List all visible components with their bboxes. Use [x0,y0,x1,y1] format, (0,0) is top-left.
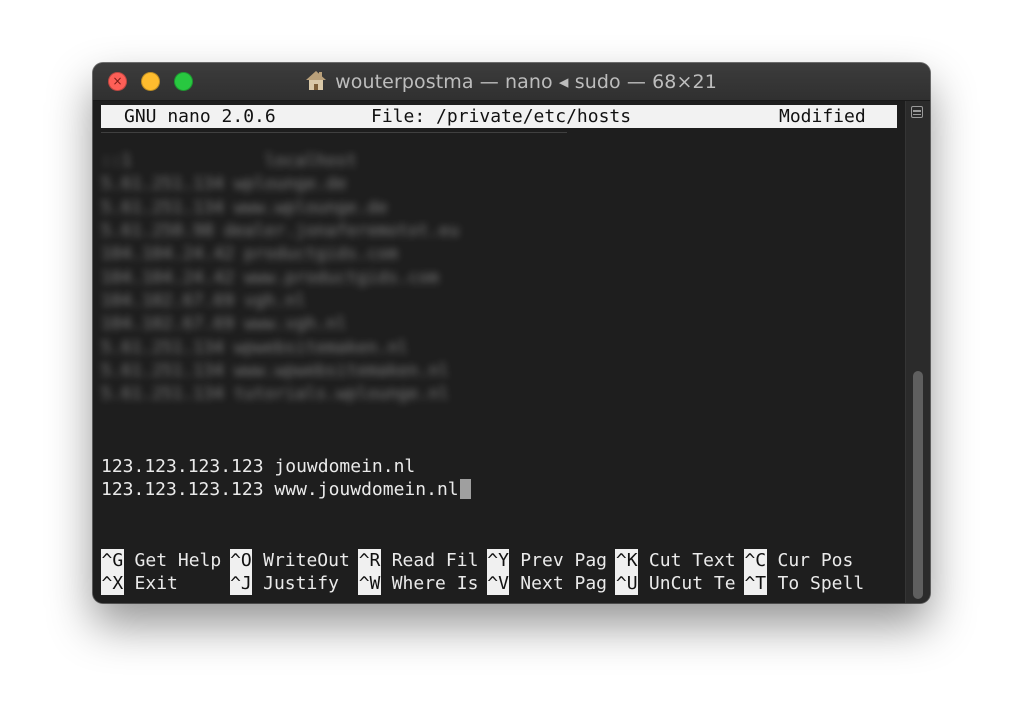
shortcut-label: Cut Text [638,550,736,571]
hosts-entry-line: 123.123.123.123 jouwdomein.nl [101,455,415,478]
blurred-host-line: 5.61.251.134 tutorials.wplounge.nl [101,384,449,404]
shortcut-key: ^G [101,549,124,572]
shortcut-writeout[interactable]: ^O WriteOut [229,549,359,572]
scrollbar-thumb[interactable] [913,371,923,599]
shortcut-key: ^O [229,549,253,572]
shortcut-key: ^T [743,572,767,595]
nano-modified-status: Modified [779,106,866,127]
nano-header: GNU nano 2.0.6 File: /private/etc/hosts … [101,105,897,128]
shortcut-next-page[interactable]: ^V Next Pag [486,572,616,595]
blurred-host-line: 104.104.24.42 www.productgids.com [101,268,439,288]
shortcut-key: ^V [486,572,510,595]
hosts-entry-line: 123.123.123.123 www.jouwdomein.nl [101,478,471,501]
shortcut-key: ^K [615,549,639,572]
shortcut-label: WriteOut [252,550,350,571]
shortcut-label: UnCut Te [638,573,736,594]
shortcut-row-1: ^G Get Help ^O WriteOut ^R Read Fil ^Y P… [101,549,873,572]
shortcut-row-2: ^X Exit ^J Justify ^W Where Is ^V Next P… [101,572,873,595]
split-pane-icon[interactable] [911,106,923,118]
shortcut-label: Next Pag [509,573,608,594]
blurred-host-line: 5.61.251.134 wpwebsitemaken.nl [101,338,409,358]
shortcut-label: Read Fil [380,550,479,571]
shortcut-get-help[interactable]: ^G Get Help [101,549,230,572]
shortcut-exit[interactable]: ^X Exit [101,572,230,595]
blurred-host-line: 104.102.67.69 www.vgh.nl [101,314,347,334]
shortcut-key: ^U [615,572,639,595]
header-divider [101,132,567,133]
shortcut-label: Justify [252,573,339,594]
shortcut-to-spell[interactable]: ^T To Spell [743,572,873,595]
shortcut-key: ^C [743,549,767,572]
shortcut-label: Prev Pag [509,550,608,571]
nano-file-name: File: /private/etc/hosts [371,106,632,127]
terminal-content[interactable]: GNU nano 2.0.6 File: /private/etc/hosts … [93,101,905,603]
shortcut-where-is[interactable]: ^W Where Is [358,572,487,595]
blurred-host-line: 5.61.250.98 dealer.jonaferemotot.eu [101,221,460,241]
blurred-host-line: 5.61.251.134 www.wpwebsitemaken.nl [101,361,449,381]
shortcut-cur-pos[interactable]: ^C Cur Pos [743,549,873,572]
shortcut-key: ^W [358,572,381,595]
shortcut-read-file[interactable]: ^R Read Fil [358,549,487,572]
home-folder-icon [306,70,327,91]
shortcut-key: ^Y [486,549,510,572]
blurred-host-line: 104.102.67.69 vgh.nl [101,291,306,311]
shortcut-key: ^X [101,572,124,595]
blurred-host-line: 5.61.251.134 www.wplounge.de [101,198,388,218]
hosts-entry-text: 123.123.123.123 www.jouwdomein.nl [101,479,459,500]
shortcut-label: Exit [123,573,178,594]
text-cursor [459,479,471,499]
shortcut-uncut-text[interactable]: ^U UnCut Te [615,572,744,595]
shortcut-key: ^J [229,572,253,595]
blurred-host-line: 5.61.251.134 wplounge.de [101,174,347,194]
title-group: wouterpostma — nano ◂ sudo — 68×21 [93,63,930,100]
shortcut-prev-page[interactable]: ^Y Prev Pag [486,549,616,572]
title-bar[interactable]: × wouterpostma — nano ◂ sudo — 68×21 [93,63,930,101]
shortcut-key: ^R [358,549,381,572]
hosts-entry-text: 123.123.123.123 jouwdomein.nl [101,456,416,477]
terminal-window: × wouterpostma — nano ◂ sudo — 68×21 GNU… [93,63,930,603]
shortcut-cut-text[interactable]: ^K Cut Text [615,549,744,572]
blurred-host-line: 104.104.24.42 productgids.com [101,244,398,264]
scrollbar[interactable] [905,101,930,603]
shortcut-label: Cur Pos [766,550,854,571]
nano-version: GNU nano 2.0.6 [124,106,276,127]
blurred-host-line: ::1 localhost [101,151,357,171]
shortcut-label: To Spell [766,573,865,594]
window-title: wouterpostma — nano ◂ sudo — 68×21 [335,70,717,93]
shortcut-label: Where Is [380,573,479,594]
shortcut-justify[interactable]: ^J Justify [229,572,359,595]
shortcut-label: Get Help [123,550,222,571]
